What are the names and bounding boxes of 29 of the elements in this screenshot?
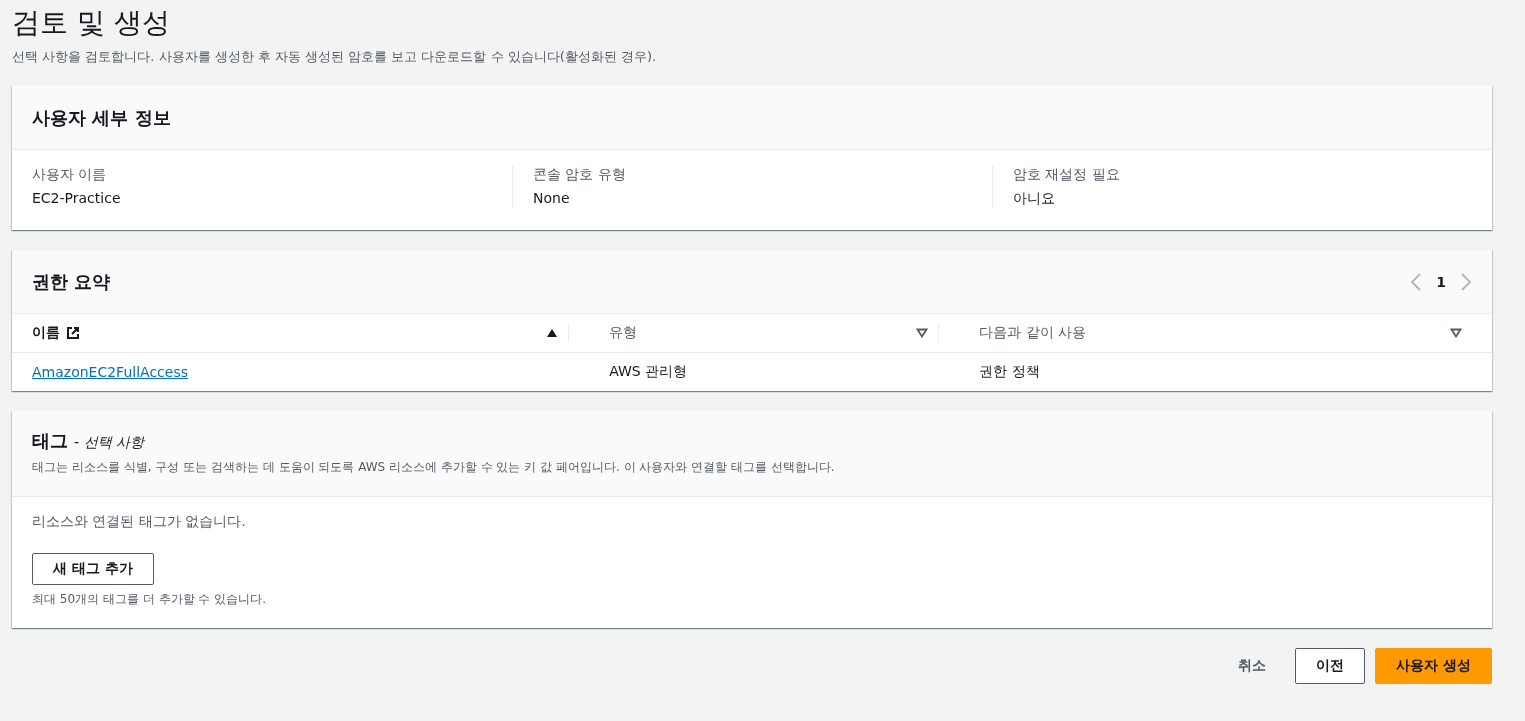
policy-link[interactable]: AmazonEC2FullAccess [32, 364, 188, 380]
previous-button[interactable]: 이전 [1295, 648, 1366, 684]
table-cell: AWS 관리형 [589, 352, 960, 391]
column-header[interactable]: 이름 [32, 324, 60, 342]
section-title: 사용자 세부 정보 [32, 105, 171, 130]
field-value: EC2-Practice [32, 190, 122, 206]
field-label: 사용자 이름 [32, 166, 108, 184]
page-title: 검토 및 생성 [12, 5, 171, 41]
page-number[interactable]: 1 [1436, 273, 1446, 290]
create-user-button[interactable]: 사용자 생성 [1375, 648, 1492, 684]
field-value: 아니요 [1013, 190, 1056, 208]
sort-icon[interactable] [916, 328, 929, 338]
limit-note: 최대 50개의 태그를 더 추가할 수 있습니다. [32, 591, 266, 608]
empty-message: 리소스와 연결된 태그가 없습니다. [32, 513, 246, 531]
field-label: 암호 재설정 필요 [1013, 166, 1121, 184]
section-title: 권한 요약 [32, 269, 111, 294]
section-title: 태그 - 선택 사항 [32, 429, 146, 453]
column-header[interactable]: 유형 [609, 324, 638, 342]
add-tag-button[interactable]: 새 태그 추가 [32, 553, 154, 585]
external-link-icon[interactable] [66, 326, 80, 340]
field-label: 콘솔 암호 유형 [533, 166, 627, 184]
page-description: 선택 사항을 검토합니다. 사용자를 생성한 후 자동 생성된 암호를 보고 다운로드할 수 있습니다(활성화된 경우). [12, 48, 658, 66]
sort-icon[interactable] [1450, 328, 1462, 338]
column-header[interactable]: 다음과 같이 사용 [979, 324, 1087, 342]
field-value: None [533, 190, 571, 206]
sort-ascending-icon[interactable] [546, 328, 559, 338]
section-description: 태그는 리소스를 식별, 구성 또는 검색하는 데 도움이 되도록 AWS 리소스에 추가할 수 있는 키 값 페어입니다. 이 사용자와 연결할 태그를 선택합니다. [32, 459, 835, 476]
table-cell: 권한 정책 [959, 352, 1492, 391]
cancel-button[interactable]: 취소 [1219, 648, 1286, 684]
